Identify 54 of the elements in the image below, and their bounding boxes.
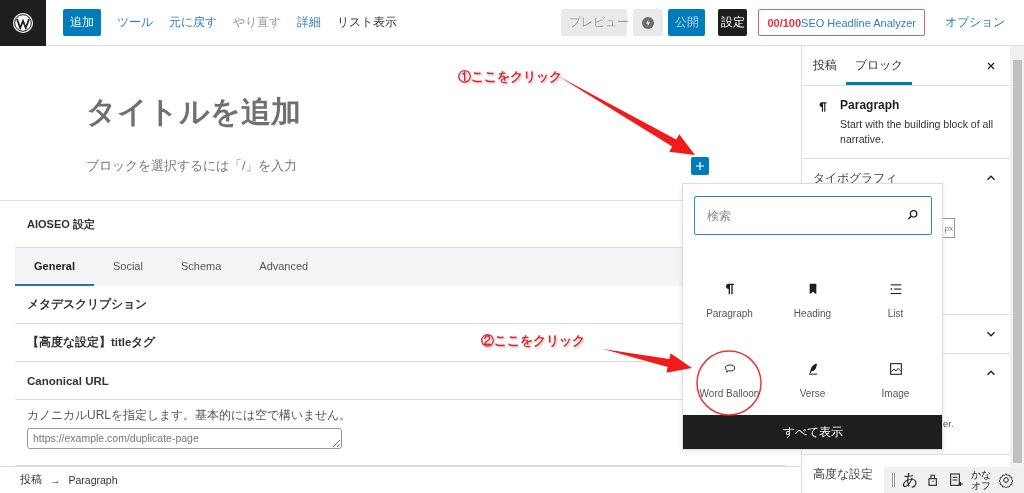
block-description: Start with the building block of all narrative.: [840, 117, 994, 147]
settings-button[interactable]: 設定: [718, 9, 748, 36]
block-item[interactable]: Image: [854, 361, 937, 399]
setting-label[interactable]: メタデスクリプション: [27, 297, 147, 312]
sidebar-tab[interactable]: 投稿: [804, 49, 846, 85]
tab[interactable]: Social: [93, 248, 162, 286]
tab[interactable]: Schema: [161, 248, 241, 286]
toolbar-link[interactable]: ツール: [117, 15, 153, 30]
panel-title[interactable]: タイポグラフィ: [813, 169, 897, 187]
add-block-button[interactable]: [691, 157, 709, 175]
panel-title: AIOSEO 設定: [27, 216, 95, 232]
title-placeholder[interactable]: タイトルを追加: [86, 94, 709, 130]
tab[interactable]: General: [15, 248, 94, 286]
kana-toggle[interactable]: かな オフ: [971, 469, 991, 491]
search-icon[interactable]: [906, 208, 920, 222]
url-field[interactable]: https://example.com/duplicate-page: [27, 428, 342, 449]
bolt-icon: [640, 14, 657, 31]
highlight-circle: [696, 350, 762, 416]
block-item[interactable]: List: [854, 281, 937, 319]
tab[interactable]: Advanced: [240, 248, 328, 286]
options-link[interactable]: オプション: [945, 15, 1005, 30]
bolt-button[interactable]: [633, 9, 664, 36]
plus-icon: [694, 160, 706, 172]
annotation-label: ①ここをクリック: [458, 69, 562, 86]
pad-icon[interactable]: [948, 472, 964, 488]
search-field[interactable]: 検索: [694, 196, 932, 235]
show-all-button[interactable]: すべて表示: [683, 415, 942, 449]
setting-label[interactable]: Canonical URL: [27, 374, 109, 387]
toolbar-link[interactable]: 詳細: [297, 15, 321, 30]
toolbar-grip[interactable]: [892, 473, 895, 487]
logo-icon[interactable]: [11, 10, 35, 35]
panel-title[interactable]: 高度な設定: [813, 465, 873, 483]
block-item[interactable]: Verse: [771, 361, 854, 399]
block-item[interactable]: Heading: [771, 281, 854, 319]
image-icon: [887, 361, 904, 377]
annotation-label: ②ここをクリック: [481, 333, 585, 350]
toolbar-link[interactable]: リスト表示: [337, 15, 397, 30]
settings-icon[interactable]: [998, 472, 1014, 488]
toolbar-link[interactable]: 元に戻す: [169, 15, 217, 30]
block-name: Paragraph: [840, 98, 901, 112]
add-block-button[interactable]: 追加: [63, 9, 101, 36]
input-mode-button[interactable]: あ: [902, 469, 918, 491]
setting-label[interactable]: 【高度な設定】titleタグ: [27, 335, 156, 350]
breadcrumb-item[interactable]: 投稿: [20, 473, 42, 487]
help-text: カノニカルURLを指定します。基本的には空で構いません。: [27, 408, 351, 422]
breadcrumb-item[interactable]: Paragraph: [68, 474, 118, 486]
breadcrumb-separator: →: [50, 474, 61, 486]
block-item[interactable]: Paragraph: [688, 281, 771, 319]
headline-analyzer-button[interactable]: 00/100SEO Headline Analyzer: [758, 9, 925, 36]
block-placeholder[interactable]: ブロックを選択するには「/」を入力: [86, 157, 298, 175]
help-text: er.: [943, 418, 954, 429]
block-item[interactable]: Word Balloon: [688, 361, 771, 399]
scrollbar-thumb[interactable]: [1012, 60, 1022, 463]
sidebar-tab[interactable]: ブロック: [846, 49, 912, 85]
